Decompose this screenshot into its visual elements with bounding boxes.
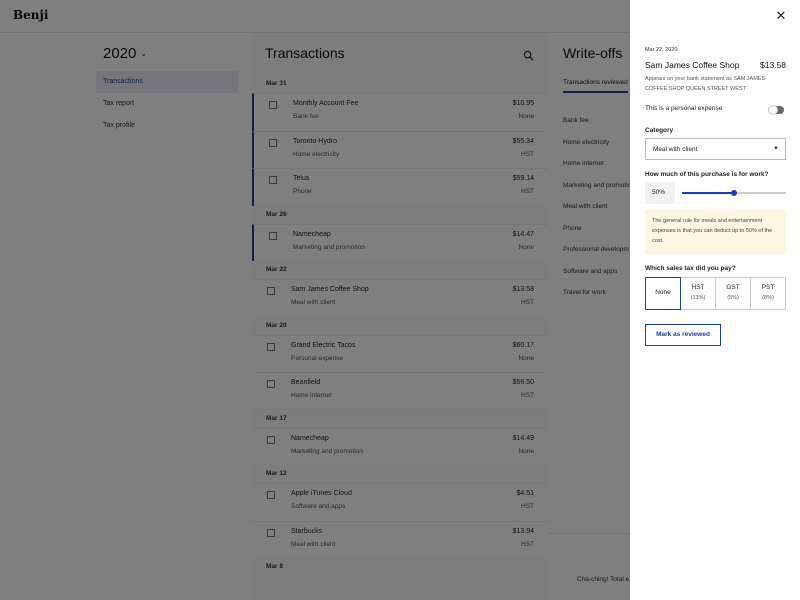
tax-option-name: PST	[761, 284, 775, 291]
tax-option-name: None	[655, 289, 671, 296]
tax-option-name: HST	[691, 284, 705, 291]
transaction-detail-drawer: ✕ Mar 22, 2020 Sam James Coffee Shop $13…	[630, 0, 800, 600]
merchant-name: Sam James Coffee Shop	[645, 60, 740, 70]
work-percentage-slider[interactable]	[682, 188, 786, 198]
toggle-knob	[768, 105, 778, 115]
personal-expense-toggle[interactable]	[768, 105, 784, 115]
category-label: Category	[645, 127, 674, 134]
transaction-amount: $13.58	[760, 60, 786, 70]
transaction-date: Mar 22, 2020	[645, 47, 678, 53]
bank-statement-note: Appears on your bank statement as SAM JA…	[645, 76, 766, 92]
tax-option-rate: (8%)	[762, 295, 774, 301]
chevron-down-icon: ▼	[773, 146, 779, 152]
meal-deduction-info: The general rule for meals and entertain…	[645, 210, 786, 254]
tax-option-rate: (5%)	[727, 295, 739, 301]
slider-fill	[682, 192, 734, 194]
close-icon[interactable]: ✕	[775, 9, 787, 22]
work-percentage-label: How much of this purchase is for work?	[645, 171, 769, 178]
mark-as-reviewed-button[interactable]: Mark as reviewed	[645, 324, 721, 346]
tax-option-name: GST	[726, 284, 740, 291]
tax-option-pst[interactable]: PST (8%)	[750, 277, 786, 310]
personal-expense-label: This is a personal expense	[645, 105, 723, 112]
slider-thumb[interactable]	[731, 190, 737, 196]
tax-option-hst[interactable]: HST (13%)	[680, 277, 716, 310]
sales-tax-label: Which sales tax did you pay?	[645, 265, 736, 272]
tax-option-gst[interactable]: GST (5%)	[715, 277, 751, 310]
modal-overlay[interactable]	[0, 0, 630, 600]
tax-option-rate: (13%)	[690, 295, 706, 301]
tax-option-none[interactable]: None	[645, 277, 681, 310]
category-select[interactable]: Meal with client ▼	[645, 138, 786, 160]
work-percentage-value[interactable]: 50%	[645, 182, 675, 204]
sales-tax-options: None HST (13%) GST (5%) PST (8%)	[645, 277, 786, 310]
category-value: Meal with client	[653, 146, 698, 153]
